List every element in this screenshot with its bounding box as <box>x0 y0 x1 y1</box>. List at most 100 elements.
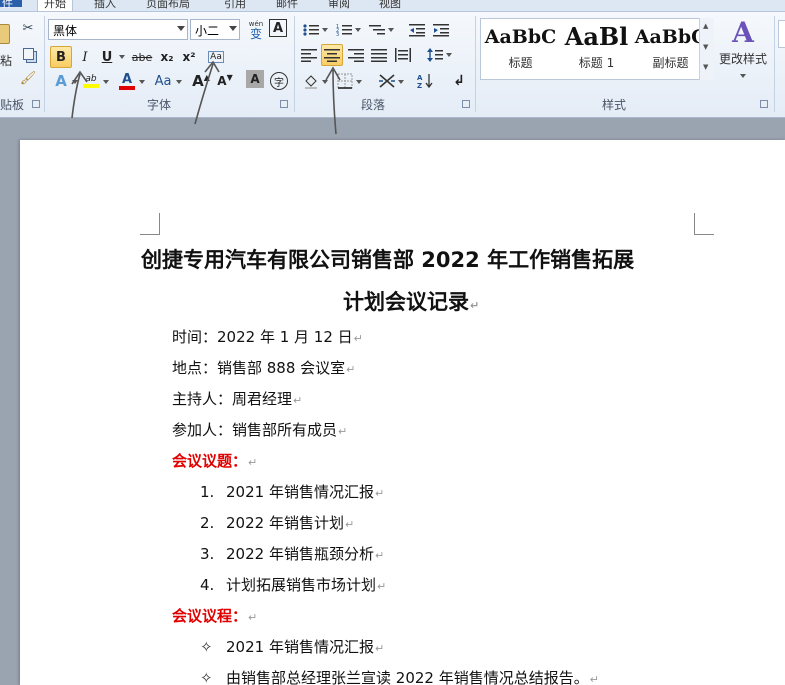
superscript-button[interactable]: x² <box>178 46 200 68</box>
align-right-button[interactable] <box>345 44 367 66</box>
clipboard-dialog-launcher[interactable] <box>32 100 40 108</box>
distributed-icon <box>395 48 411 62</box>
tab-file[interactable]: 件 <box>0 0 22 10</box>
shrink-font-button[interactable]: A ▼ <box>214 70 236 92</box>
paragraph-mark: ↵ <box>374 487 385 500</box>
paragraph-dialog-launcher[interactable] <box>462 100 470 108</box>
text-effects-icon: A <box>55 72 67 90</box>
line-spacing-dropdown-arrow[interactable] <box>446 53 452 57</box>
tab-home[interactable]: 开始 <box>37 0 73 11</box>
font-name-combo[interactable]: 黑体 <box>48 19 188 40</box>
highlight-button[interactable]: ab <box>80 70 102 92</box>
borders-button[interactable] <box>334 70 356 92</box>
paste-button[interactable]: 粘 <box>0 18 18 72</box>
justify-button[interactable] <box>368 44 390 66</box>
italic-button[interactable]: I <box>74 46 96 68</box>
strikethrough-button[interactable]: abe <box>130 46 154 68</box>
decrease-indent-button[interactable] <box>406 19 428 41</box>
chinese-layout-dropdown-arrow[interactable] <box>398 80 404 84</box>
tab-view[interactable]: 视图 <box>379 0 401 11</box>
underline-dropdown-arrow[interactable] <box>119 55 125 59</box>
numbering-icon: 123 <box>336 24 352 37</box>
character-border-button[interactable]: A <box>269 19 287 37</box>
tab-references[interactable]: 引用 <box>224 0 246 11</box>
chevron-down-icon[interactable] <box>177 26 185 31</box>
paragraph-mark: ↵ <box>344 518 355 531</box>
font-color-dropdown-arrow[interactable] <box>139 80 145 84</box>
decrease-indent-icon <box>409 24 425 37</box>
paste-label: 粘 <box>0 54 13 68</box>
phonetic-guide-button[interactable]: wén 变 <box>245 18 267 42</box>
change-styles-dropdown-arrow[interactable] <box>740 74 746 78</box>
distributed-button[interactable] <box>392 44 414 66</box>
format-painter-button[interactable]: 🖌 <box>18 68 38 88</box>
text-effects-dropdown-arrow[interactable] <box>72 80 78 84</box>
grow-font-icon: A <box>192 72 204 90</box>
bullets-button[interactable] <box>300 19 322 41</box>
gallery-more-icon[interactable]: ▼ <box>703 63 708 71</box>
document-page[interactable]: 创捷专用汽车有限公司销售部 2022 年工作销售拓展 计划会议记录↵ 时间：20… <box>20 140 785 685</box>
clear-formatting-button[interactable]: Aa <box>205 46 227 68</box>
style-heading-1-name: 标题 1 <box>578 56 615 70</box>
bold-icon: B <box>56 49 66 65</box>
chinese-layout-button[interactable] <box>376 70 398 92</box>
bold-button[interactable]: B <box>50 46 72 68</box>
sort-button[interactable]: AZ <box>414 70 436 92</box>
corner-crop-mark <box>694 213 714 235</box>
change-case-button[interactable]: Aa <box>150 70 176 92</box>
styles-dialog-launcher[interactable] <box>760 100 768 108</box>
highlight-dropdown-arrow[interactable] <box>103 80 109 84</box>
change-styles-button[interactable]: A 更改样式 <box>716 18 770 88</box>
font-size-combo[interactable]: 小二 <box>190 19 240 40</box>
tab-insert[interactable]: 插入 <box>94 0 116 11</box>
font-dialog-launcher[interactable] <box>280 100 288 108</box>
list-item: ✧ 2021 年销售情况汇报↵ <box>200 636 384 657</box>
text-effects-button[interactable]: A <box>50 70 72 92</box>
highlight-color-bar <box>83 84 99 88</box>
cut-button[interactable]: ✂ <box>18 18 38 38</box>
increase-indent-button[interactable] <box>430 19 452 41</box>
numbering-dropdown-arrow[interactable] <box>355 28 361 32</box>
diamond-bullet-icon: ✧ <box>200 638 213 656</box>
align-center-button[interactable] <box>321 44 343 66</box>
font-color-bar <box>119 85 135 90</box>
subscript-button[interactable]: x₂ <box>156 46 178 68</box>
character-shading-button[interactable]: A <box>246 70 264 88</box>
copy-button[interactable] <box>18 44 38 64</box>
show-paragraph-marks-button[interactable]: ↲ <box>448 70 470 92</box>
underline-button[interactable]: U <box>96 46 118 68</box>
borders-dropdown-arrow[interactable] <box>356 80 362 84</box>
line-spacing-icon <box>427 48 443 62</box>
shading-dropdown-arrow[interactable] <box>322 80 328 84</box>
line-spacing-button[interactable] <box>424 44 446 66</box>
enclose-characters-button[interactable]: 字 <box>268 70 290 92</box>
align-left-button[interactable] <box>298 44 320 66</box>
list-item-text: 2022 年销售计划 <box>226 514 344 532</box>
border-grid-icon <box>337 73 353 89</box>
style-title[interactable]: AaBbC 标题 <box>482 20 559 78</box>
svg-text:Z: Z <box>417 82 422 89</box>
phonetic-guide-char: 变 <box>249 26 262 41</box>
list-number: 3. <box>200 545 215 563</box>
shading-button[interactable] <box>300 70 322 92</box>
bullets-dropdown-arrow[interactable] <box>322 28 328 32</box>
change-styles-label: 更改样式 <box>718 52 767 66</box>
strikethrough-icon: abe <box>131 50 153 64</box>
numbering-button[interactable]: 123 <box>333 19 355 41</box>
font-color-button[interactable]: A <box>116 70 138 92</box>
list-item: ✧ 由销售部总经理张兰宣读 2022 年销售情况总结报告。↵ <box>200 667 599 685</box>
multilevel-list-button[interactable] <box>366 19 388 41</box>
paste-icon <box>0 24 10 44</box>
multilevel-list-dropdown-arrow[interactable] <box>388 28 394 32</box>
tab-mailings[interactable]: 邮件 <box>276 0 298 11</box>
style-heading-1[interactable]: AaBl 标题 1 <box>558 20 635 78</box>
styles-gallery-scroll[interactable]: ▲ ▼ ▼ <box>699 18 714 80</box>
change-case-dropdown-arrow[interactable] <box>176 80 182 84</box>
tab-page-layout[interactable]: 页面布局 <box>146 0 190 11</box>
grow-font-button[interactable]: A ▲ <box>190 70 212 92</box>
chevron-up-icon[interactable]: ▲ <box>703 22 708 30</box>
tab-review[interactable]: 审阅 <box>328 0 350 11</box>
style-subtitle[interactable]: AaBbC 副标题 <box>632 20 709 78</box>
chevron-down-icon[interactable] <box>229 26 237 31</box>
chevron-down-icon[interactable]: ▼ <box>703 43 708 51</box>
